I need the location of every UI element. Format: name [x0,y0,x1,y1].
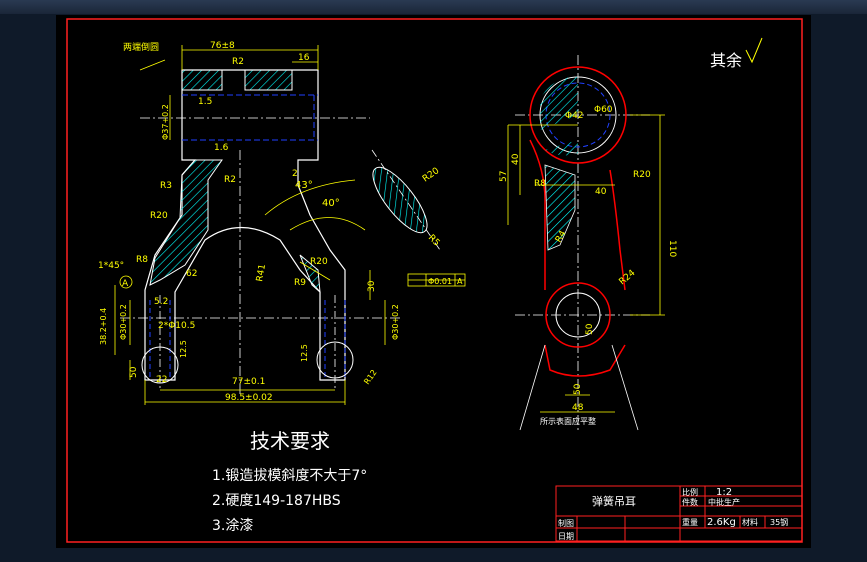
dim-5-2: 5.2 [154,297,168,307]
dim-width-top: 76±8 [210,41,235,51]
dim-r20: R20 [150,211,168,221]
dim-50rb: 50 [573,383,583,395]
dim-50: 50 [129,366,139,378]
dim-50r: 50 [585,323,595,335]
dim-r9: R9 [294,278,306,288]
dim-r8r: R8 [534,179,546,189]
label-scale: 比例 [682,487,698,497]
caption-surface-flat: 所示表面应平整 [540,416,596,426]
section-detail [371,149,441,251]
label-material: 材料 [742,517,758,527]
value-weight: 2.6Kg [707,517,736,528]
dim-16: 16 [298,53,310,63]
cad-viewport: 两端倒圆 76±8 R2 16 1.5 1.6 Φ37+0.2 R3 R2 R2… [0,0,867,562]
label-weight: 重量 [682,517,698,527]
label-date: 日期 [558,532,574,541]
dim-40v: 40 [511,153,521,165]
dim-r2-mid: R2 [224,175,236,185]
dim-r20r: R20 [633,170,651,180]
dim-22: 22 [156,375,167,385]
dim-38-2: 38.2+0.4 [99,308,108,345]
dim-r12: R12 [362,368,378,386]
dim-r24: R24 [618,268,638,287]
dim-angle-43: 43° [295,180,313,191]
dim-40h: 40 [595,187,607,197]
dim-r20b: R20 [310,257,328,267]
dim-98-5: 98.5±0.02 [225,393,273,403]
dim-110: 110 [667,240,677,257]
note-rest: 其余 [710,51,742,70]
value-scale: 1:2 [716,487,732,498]
dim-57: 57 [499,171,509,182]
dim-30: 30 [367,280,377,292]
label-qty: 件数 [682,497,698,507]
dim-48: 48 [572,403,584,413]
dim-1-6: 1.6 [214,143,229,153]
note-round-ends: 两端倒圆 [123,41,159,53]
dim-r5: R5 [426,233,442,249]
dim-12-5b: 12.5 [300,344,309,362]
value-qty: 中批生产 [708,497,740,507]
right-view: Φ42 Φ60 57 40 R8 40 R20 R4 110 R24 50 50… [499,55,677,431]
dim-r8: R8 [136,255,148,265]
dim-r3: R3 [160,181,172,191]
dim-r41: R41 [255,263,268,282]
dim-1-5: 1.5 [198,97,212,107]
left-view: 两端倒圆 76±8 R2 16 1.5 1.6 Φ37+0.2 R3 R2 R2… [98,41,466,405]
label-drawn: 制图 [558,518,574,528]
dim-dia37: Φ37+0.2 [161,104,170,140]
title-part-name: 弹簧吊耳 [592,494,636,508]
tech-item-3: 3.涂漆 [212,518,253,534]
tech-item-1: 1.锻造拔模斜度不大于7° [212,468,367,484]
datum-a: A [122,279,129,289]
dim-r20c: R20 [421,166,441,185]
dim-r2-top: R2 [232,57,244,67]
tolerance-value: Φ0.01 [428,277,452,286]
drawing-svg: 两端倒圆 76±8 R2 16 1.5 1.6 Φ37+0.2 R3 R2 R2… [66,18,803,543]
tech-item-2: 2.硬度149-187HBS [212,493,341,509]
dim-angle-40: 40° [322,198,340,209]
dim-dia30b: Φ30+0.2 [391,304,400,340]
dim-62: 62 [186,269,197,279]
dim-dia42: Φ42 [565,111,584,121]
dim-holes: 2*Φ10.5 [158,321,195,331]
roughness-symbol [745,37,763,64]
dim-12-5a: 12.5 [179,340,188,358]
dim-chamfer: 1*45° [98,261,124,271]
dim-dia30: Φ30+0.2 [119,304,128,340]
dim-77: 77±0.1 [232,377,265,387]
tech-title: 技术要求 [250,429,330,453]
dim-2: 2 [292,169,298,179]
tolerance-ref: A [457,277,463,286]
value-material: 35钢 [770,517,788,527]
dim-dia60: Φ60 [594,105,613,115]
